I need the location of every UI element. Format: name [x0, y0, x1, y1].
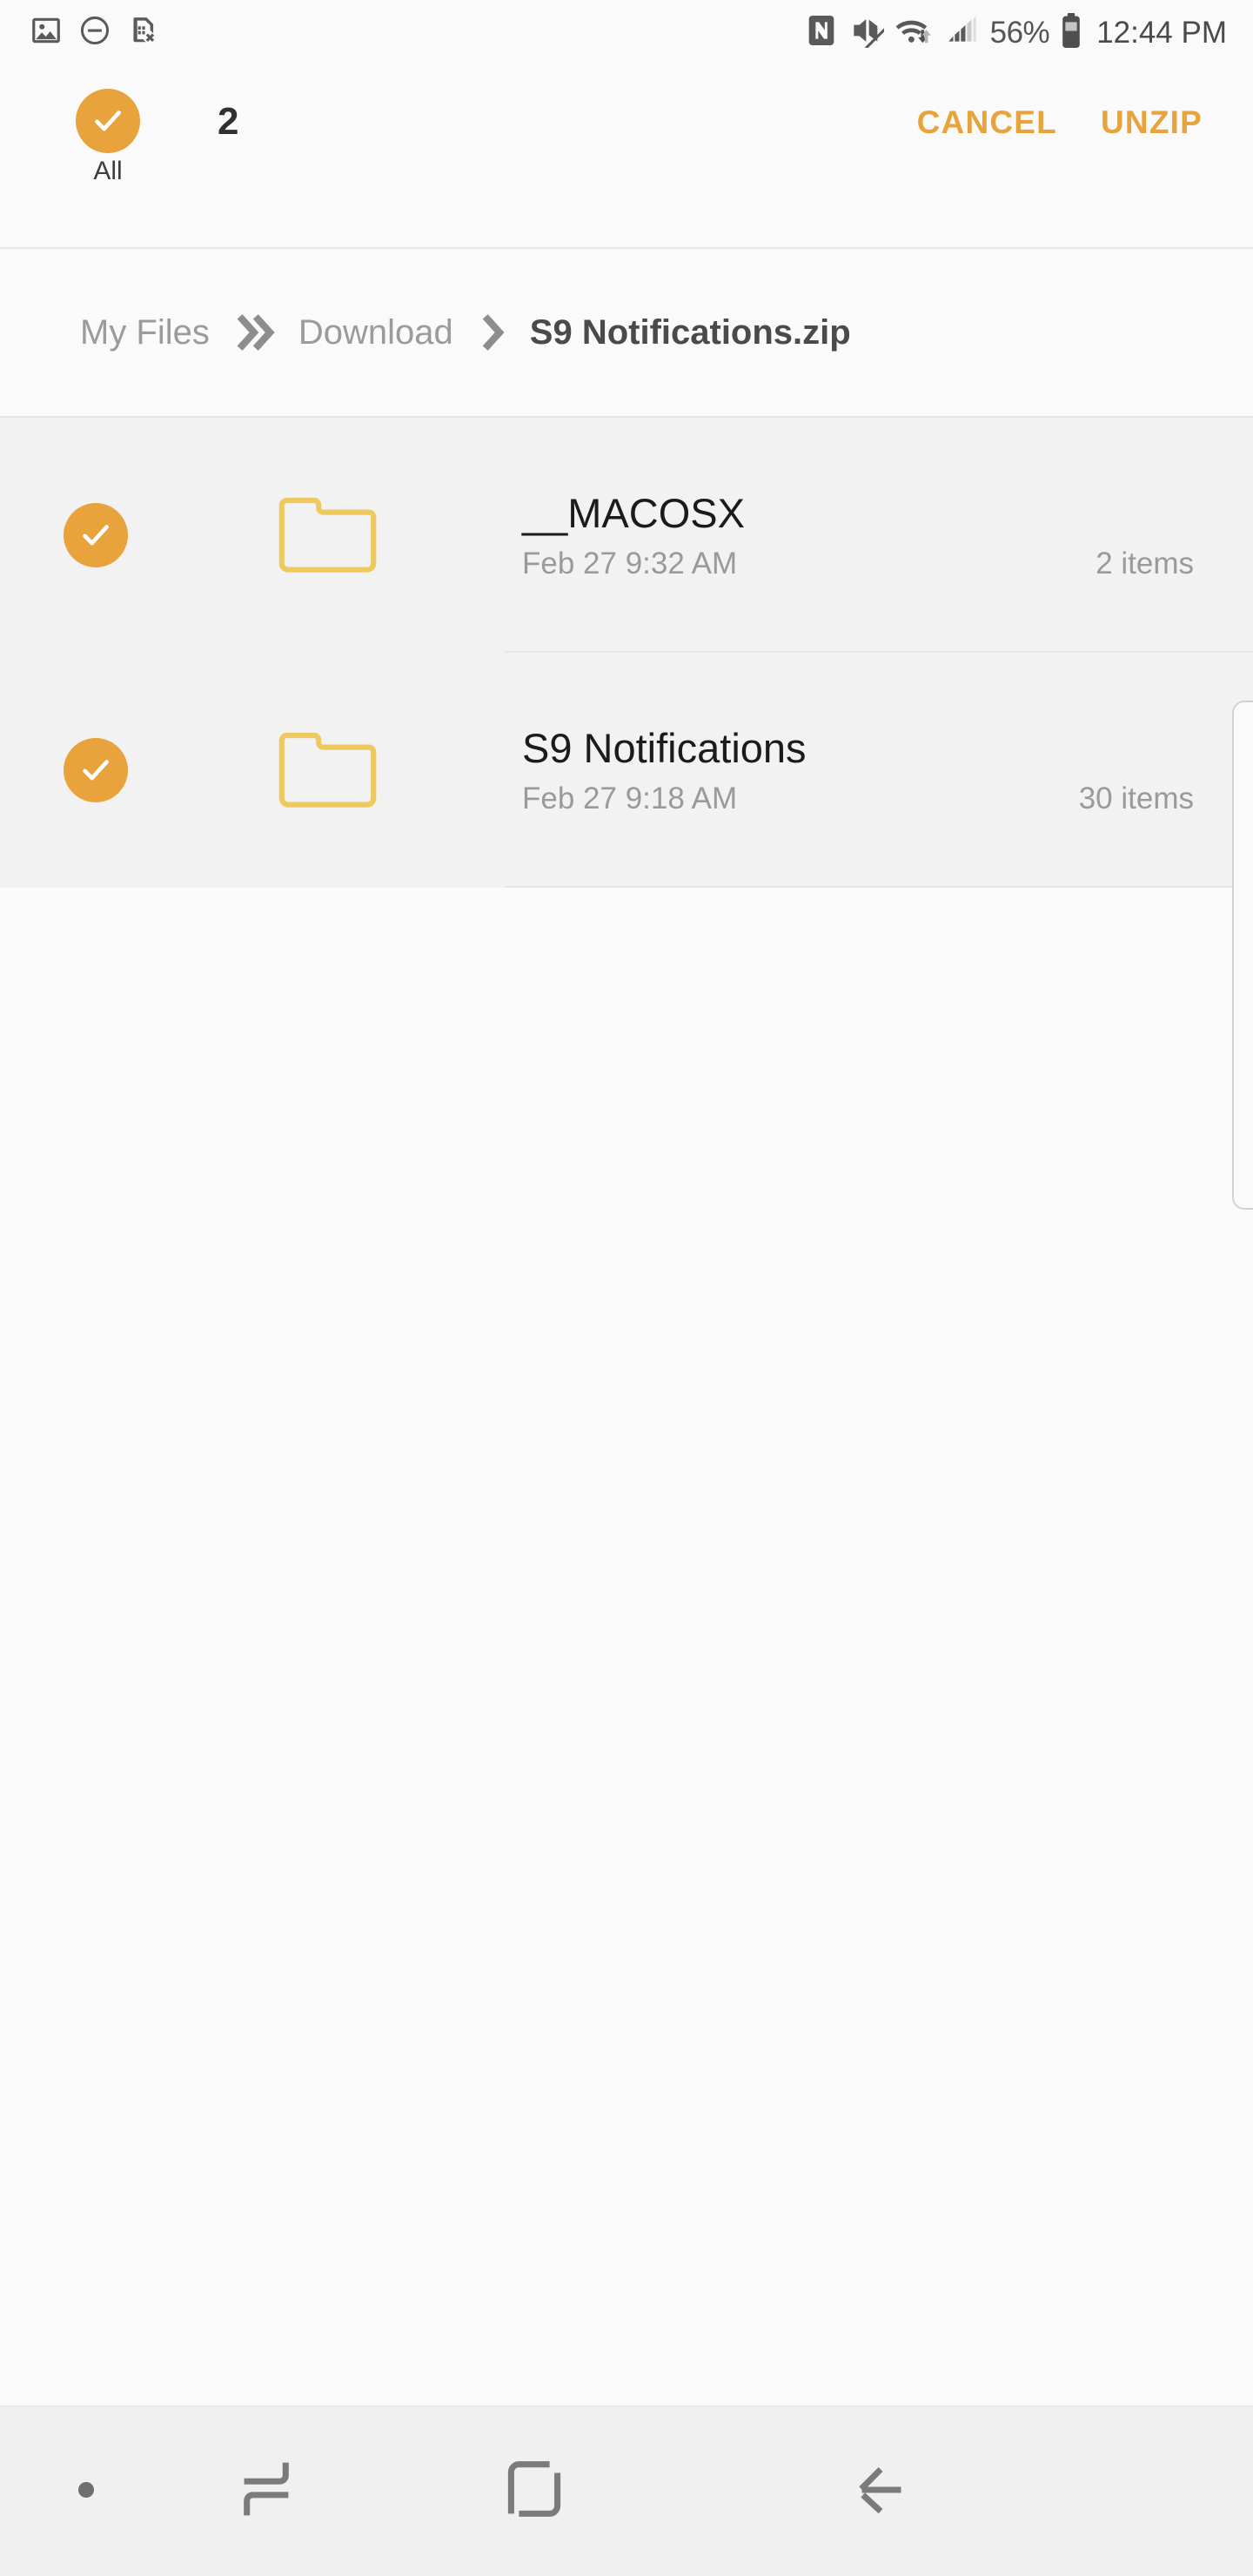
- row-checkbox[interactable]: [64, 503, 128, 567]
- table-row[interactable]: S9 Notifications Feb 27 9:18 AM 30 items: [0, 653, 1253, 888]
- recents-icon[interactable]: [229, 2452, 304, 2532]
- table-row[interactable]: __MACOSX Feb 27 9:32 AM 2 items: [0, 418, 1253, 653]
- file-name-label: S9 Notifications: [522, 724, 807, 771]
- select-all-label: All: [93, 157, 123, 185]
- wifi-data-transfer-icon: [895, 13, 935, 52]
- selected-count-label: 2: [218, 100, 239, 143]
- signal-bars-icon: [945, 13, 980, 52]
- file-date-label: Feb 27 9:18 AM: [522, 782, 738, 816]
- checkbox-checked-icon[interactable]: [64, 503, 128, 567]
- file-meta: Feb 27 9:18 AM 30 items: [522, 783, 1218, 814]
- breadcrumb-item-download[interactable]: Download: [298, 315, 453, 350]
- home-icon[interactable]: [497, 2452, 572, 2532]
- file-name-label: __MACOSX: [522, 489, 745, 536]
- select-all-button[interactable]: All: [64, 89, 152, 184]
- mute-icon: [849, 13, 888, 52]
- recents-button[interactable]: [172, 2452, 360, 2532]
- home-button[interactable]: [360, 2452, 708, 2532]
- row-divider: [505, 886, 1253, 888]
- row-checkbox[interactable]: [64, 738, 128, 802]
- gallery-image-icon: [30, 14, 63, 51]
- file-meta: Feb 27 9:32 AM 2 items: [522, 548, 1218, 579]
- scrollbar[interactable]: [1232, 701, 1253, 1210]
- menu-dot-icon: [75, 2479, 97, 2506]
- breadcrumb: My Files Download S9 Notifications.zip: [0, 249, 1253, 418]
- battery-icon: [1060, 12, 1082, 53]
- battery-percent-label: 56%: [989, 15, 1050, 50]
- clock-label: 12:44 PM: [1096, 15, 1227, 50]
- row-text: __MACOSX Feb 27 9:32 AM 2 items: [522, 489, 1218, 579]
- nfc-icon: [804, 13, 839, 52]
- select-all-checkbox-icon[interactable]: [76, 89, 140, 153]
- folder-icon: [272, 721, 384, 819]
- toolbar-actions: CANCEL UNZIP: [917, 106, 1203, 138]
- file-date-label: Feb 27 9:32 AM: [522, 547, 738, 581]
- file-list: __MACOSX Feb 27 9:32 AM 2 items S9 Notif…: [0, 418, 1253, 888]
- breadcrumb-item-current[interactable]: S9 Notifications.zip: [530, 315, 851, 350]
- no-sim-card-icon: [127, 14, 160, 51]
- cancel-button[interactable]: CANCEL: [917, 106, 1057, 138]
- back-button[interactable]: [708, 2452, 1056, 2532]
- status-bar: 56% 12:44 PM: [0, 0, 1253, 64]
- system-navigation-bar: [0, 2405, 1253, 2576]
- file-manager-screen: 56% 12:44 PM All 2 CANCEL UNZIP My Files…: [0, 0, 1253, 2576]
- folder-icon: [272, 486, 384, 584]
- selection-toolbar: All 2 CANCEL UNZIP: [0, 64, 1253, 249]
- unzip-button[interactable]: UNZIP: [1101, 106, 1203, 138]
- nav-dot-slot: [0, 2479, 172, 2506]
- row-text: S9 Notifications Feb 27 9:18 AM 30 items: [522, 724, 1218, 814]
- checkbox-checked-icon[interactable]: [64, 738, 128, 802]
- breadcrumb-item-my-files[interactable]: My Files: [80, 315, 210, 350]
- file-items-count-label: 30 items: [1078, 782, 1194, 816]
- chevron-double-right-icon: [227, 305, 281, 359]
- do-not-disturb-icon: [78, 14, 111, 51]
- back-icon[interactable]: [845, 2452, 920, 2532]
- status-bar-left-icons: [0, 14, 160, 51]
- chevron-right-icon: [472, 305, 511, 359]
- file-items-count-label: 2 items: [1096, 547, 1194, 581]
- status-bar-right-icons: 56% 12:44 PM: [804, 12, 1253, 53]
